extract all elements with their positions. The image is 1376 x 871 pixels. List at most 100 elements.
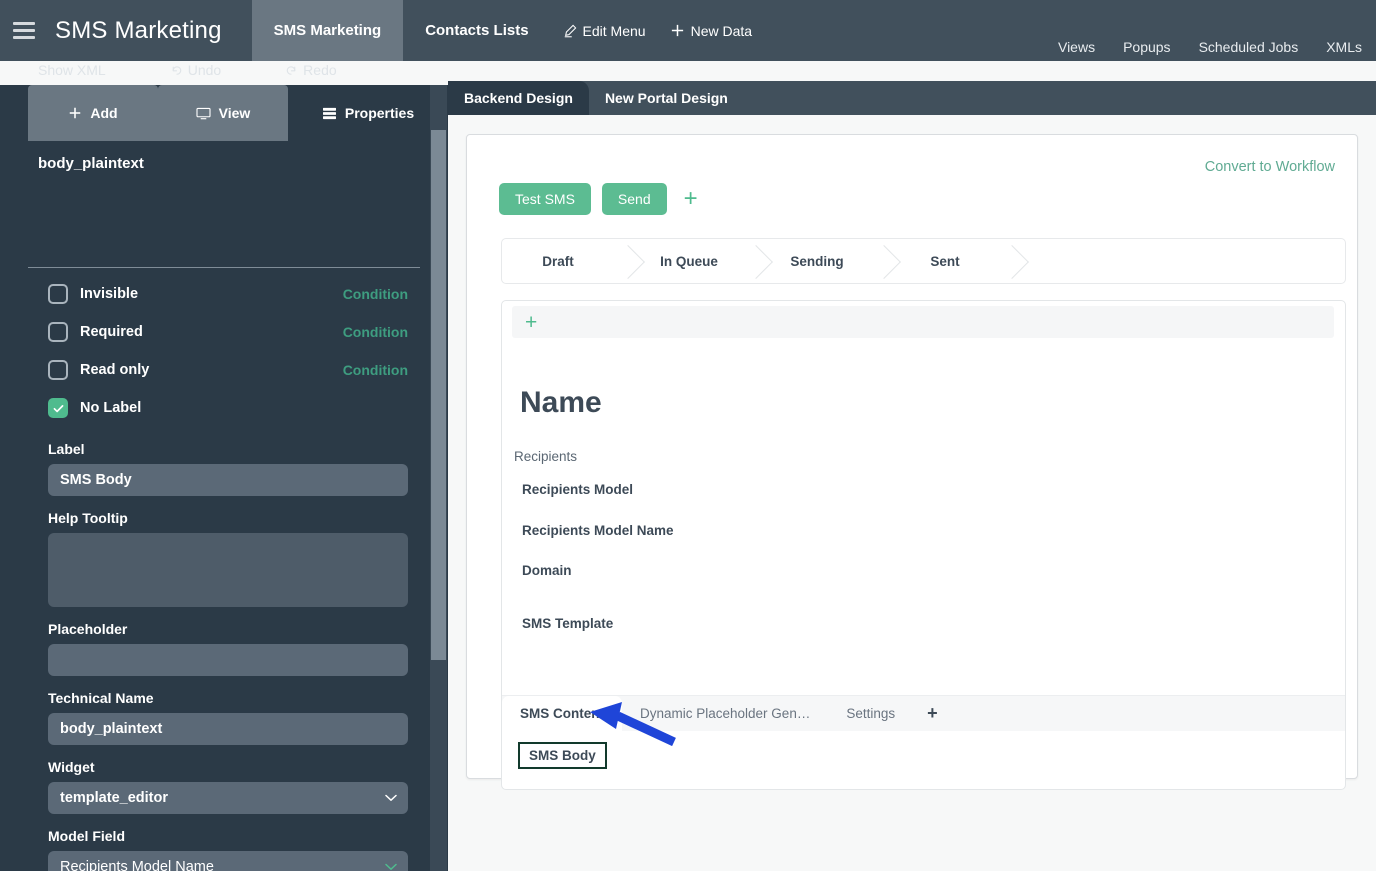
help-tooltip-textarea[interactable]: [48, 533, 408, 607]
redo-arrow-icon: [285, 64, 298, 77]
invisible-checkbox[interactable]: [48, 284, 68, 304]
redo-label: Redo: [303, 62, 337, 78]
chevron-down-icon: [385, 794, 397, 802]
main-content: Convert to Workflow Test SMS Send + Draf…: [448, 115, 1376, 871]
record-card: Convert to Workflow Test SMS Send + Draf…: [466, 134, 1358, 790]
invisible-condition-link[interactable]: Condition: [343, 286, 408, 302]
placeholder-field-label: Placeholder: [48, 621, 128, 637]
plus-icon: [68, 106, 82, 120]
add-action-icon[interactable]: +: [684, 187, 698, 211]
sidebar-tabs: Add View Properties: [28, 85, 448, 141]
model-field-select-value: Recipients Model Name: [60, 859, 214, 871]
pipeline-chevron-icon: [742, 239, 764, 283]
tab-label: Backend Design: [464, 90, 573, 106]
top-nav-label: Contacts Lists: [425, 22, 529, 39]
model-field-select[interactable]: Recipients Model Name: [48, 851, 408, 871]
add-field-band[interactable]: +: [512, 306, 1334, 338]
required-checkbox[interactable]: [48, 322, 68, 342]
monitor-icon: [196, 107, 211, 120]
help-tooltip-field-label: Help Tooltip: [48, 510, 128, 526]
checkbox-row-invisible[interactable]: Invisible Condition: [48, 275, 408, 313]
top-right-item-views[interactable]: Views: [1044, 39, 1109, 55]
content-tab-dynamic-placeholder[interactable]: Dynamic Placeholder Gen…: [622, 696, 828, 731]
send-button[interactable]: Send: [601, 183, 667, 215]
field-sms-template[interactable]: SMS Template: [522, 616, 613, 631]
add-field-icon[interactable]: +: [525, 312, 537, 333]
checkbox-row-no-label[interactable]: No Label: [48, 389, 390, 427]
pipeline-chevron-icon: [614, 239, 636, 283]
app-root: SMS Marketing SMS Marketing Contacts Lis…: [0, 0, 1376, 871]
no-label-label: No Label: [80, 400, 142, 416]
convert-to-workflow-link[interactable]: Convert to Workflow: [1205, 159, 1335, 175]
field-recipients-model-name[interactable]: Recipients Model Name: [522, 523, 674, 538]
sidebar-tab-label: View: [218, 105, 251, 121]
status-pipeline: Draft In Queue Sending Sent: [501, 238, 1346, 284]
content-tab-sms-content[interactable]: SMS Content: [502, 696, 622, 731]
pipeline-step-sending[interactable]: Sending: [764, 239, 870, 283]
widget-select[interactable]: template_editor: [48, 782, 408, 814]
tab-new-portal-design[interactable]: New Portal Design: [589, 81, 744, 115]
tab-backend-design[interactable]: Backend Design: [448, 81, 589, 115]
required-condition-link[interactable]: Condition: [343, 324, 408, 340]
top-right-item-scheduled-jobs[interactable]: Scheduled Jobs: [1185, 39, 1313, 55]
sidebar-tab-add[interactable]: Add: [28, 85, 158, 141]
top-nav: SMS Marketing Contacts Lists Edit Menu N…: [251, 0, 764, 61]
top-nav-item-contacts-lists[interactable]: Contacts Lists: [403, 0, 550, 61]
tab-label: New Portal Design: [604, 90, 728, 106]
redo-button[interactable]: Redo: [285, 62, 337, 78]
sidebar-selected-element-title: body_plaintext: [38, 154, 144, 172]
group-label-recipients: Recipients: [514, 449, 578, 464]
invisible-label: Invisible: [80, 286, 139, 302]
label-field-input[interactable]: SMS Body: [48, 464, 408, 496]
show-xml-button[interactable]: Show XML: [38, 62, 106, 78]
top-right-nav: Views Popups Scheduled Jobs XMLs: [1044, 0, 1376, 61]
plus-icon: [670, 23, 685, 38]
widget-field-label: Widget: [48, 759, 95, 775]
edit-menu-button[interactable]: Edit Menu: [551, 0, 658, 61]
top-bar: SMS Marketing SMS Marketing Contacts Lis…: [0, 0, 1376, 61]
checkbox-row-required[interactable]: Required Condition: [48, 313, 408, 351]
top-right-item-xmls[interactable]: XMLs: [1312, 39, 1376, 55]
placeholder-field-input[interactable]: [48, 644, 408, 676]
label-field-label: Label: [48, 441, 85, 457]
checkbox-row-read-only[interactable]: Read only Condition: [48, 351, 408, 389]
field-domain[interactable]: Domain: [522, 563, 572, 578]
content-tab-settings[interactable]: Settings: [828, 696, 913, 731]
form-designer-area: + Name Recipients Recipients Model Recip…: [501, 300, 1346, 790]
undo-button[interactable]: Undo: [170, 62, 221, 78]
selected-sms-body-element[interactable]: SMS Body: [518, 742, 607, 769]
top-right-item-popups[interactable]: Popups: [1109, 39, 1184, 55]
sidebar-scrollbar-thumb[interactable]: [431, 130, 446, 660]
pipeline-step-draft[interactable]: Draft: [502, 239, 614, 283]
sidebar-properties-form: Invisible Condition Required Condition R…: [0, 185, 430, 871]
top-nav-item-sms-marketing[interactable]: SMS Marketing: [251, 0, 404, 61]
pipeline-step-sent[interactable]: Sent: [892, 239, 998, 283]
read-only-checkbox[interactable]: [48, 360, 68, 380]
read-only-condition-link[interactable]: Condition: [343, 362, 408, 378]
technical-name-field-input[interactable]: body_plaintext: [48, 713, 408, 745]
hamburger-icon[interactable]: [13, 22, 35, 39]
content-tab-add-icon[interactable]: +: [913, 696, 952, 731]
sidebar-scrollbar[interactable]: [430, 85, 447, 871]
pipeline-chevron-icon: [870, 239, 892, 283]
no-label-checkbox[interactable]: [48, 398, 68, 418]
undo-label: Undo: [187, 62, 222, 78]
design-tabs: Backend Design New Portal Design: [448, 81, 1376, 115]
test-sms-button[interactable]: Test SMS: [499, 183, 591, 215]
technical-name-field-label: Technical Name: [48, 690, 154, 706]
list-stack-icon: [322, 107, 337, 120]
top-nav-label: SMS Marketing: [273, 22, 382, 39]
field-recipients-model[interactable]: Recipients Model: [522, 482, 633, 497]
pipeline-step-in-queue[interactable]: In Queue: [636, 239, 742, 283]
record-title[interactable]: Name: [520, 386, 602, 420]
undo-arrow-icon: [170, 64, 183, 77]
sidebar-tab-view[interactable]: View: [158, 85, 288, 141]
pipeline-chevron-icon: [998, 239, 1020, 283]
pencil-icon: [563, 24, 577, 38]
sidebar-tab-properties[interactable]: Properties: [288, 85, 448, 141]
new-data-button[interactable]: New Data: [658, 0, 764, 61]
read-only-label: Read only: [80, 362, 150, 378]
content-tab-strip: SMS Content Dynamic Placeholder Gen… Set…: [502, 695, 1345, 731]
required-label: Required: [80, 324, 143, 340]
app-brand-title: SMS Marketing: [55, 16, 222, 44]
